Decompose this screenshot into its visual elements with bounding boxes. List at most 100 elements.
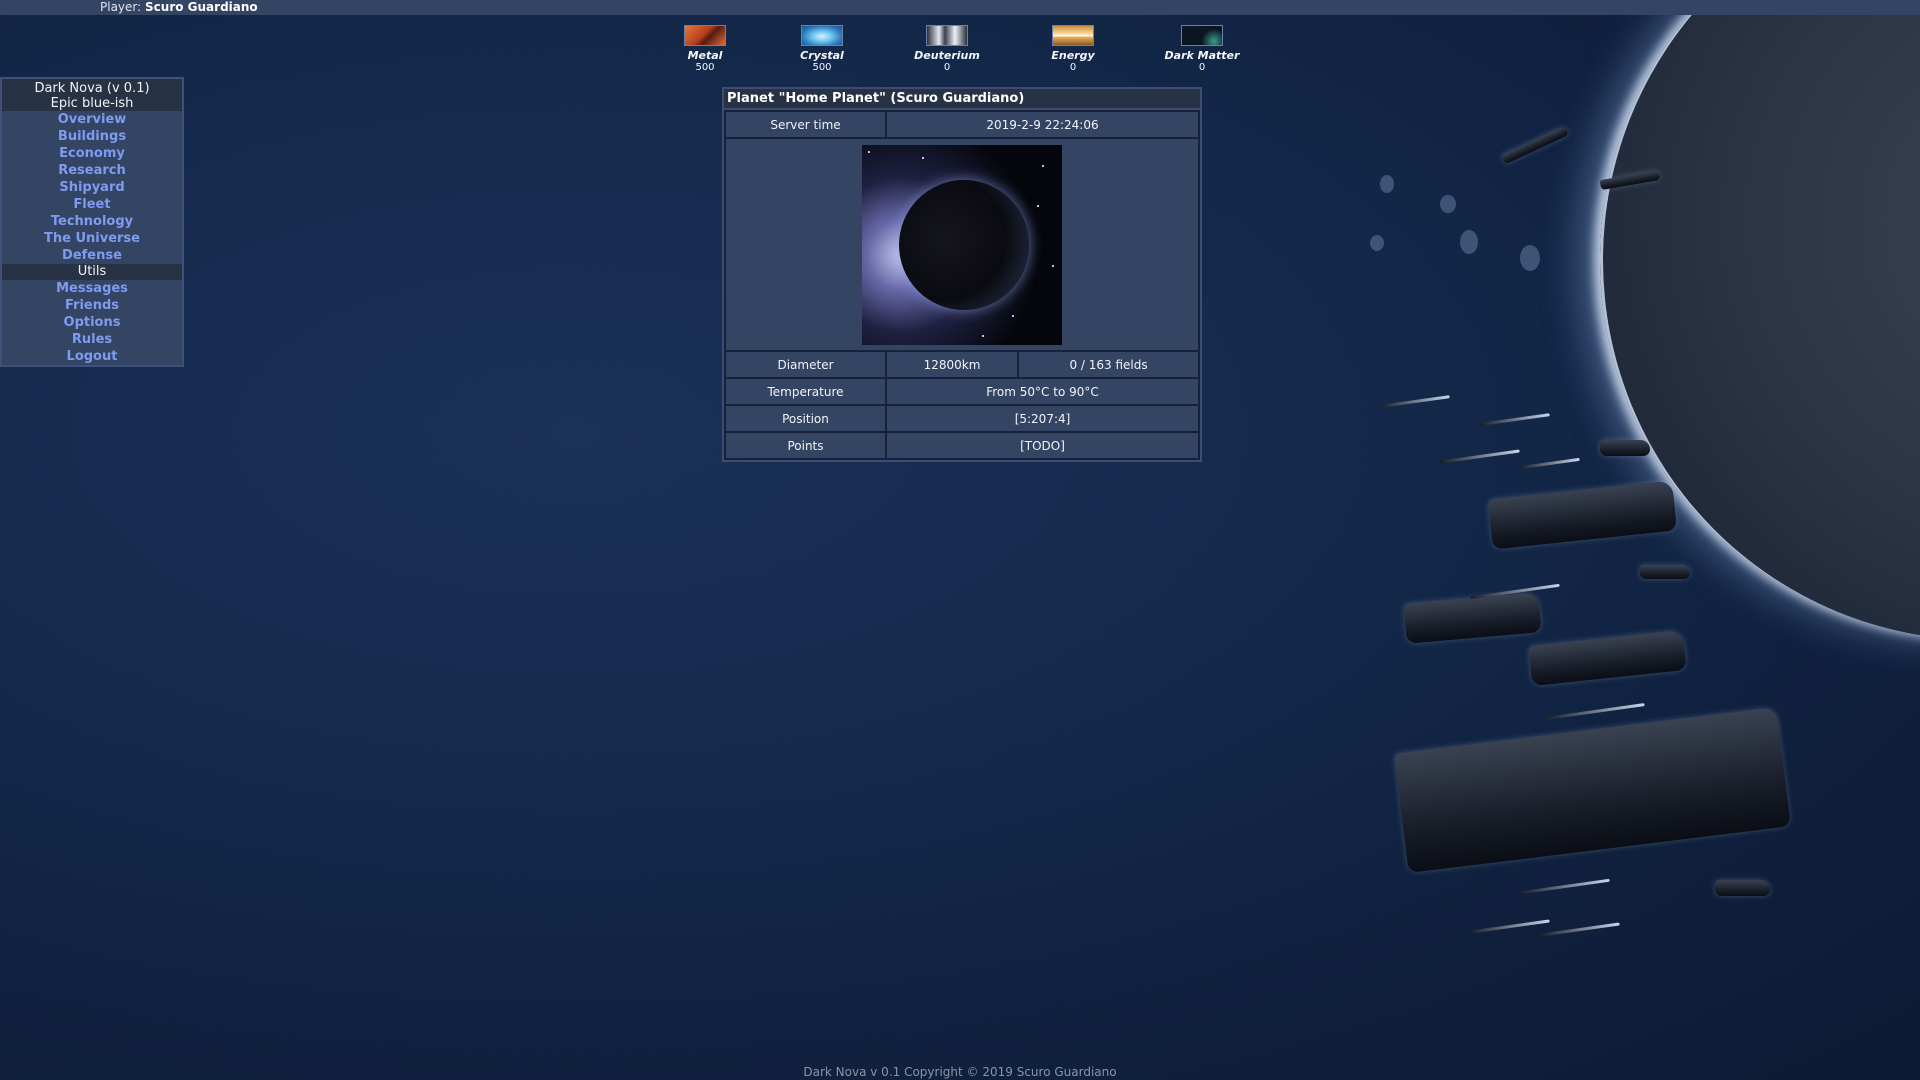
star (922, 156, 924, 159)
menu-item-logout[interactable]: Logout (2, 348, 182, 365)
resource-value: 500 (695, 62, 715, 73)
resource-deuterium: Deuterium 0 (897, 25, 997, 74)
resource-value: 500 (812, 62, 832, 73)
menu-item-options[interactable]: Options (2, 314, 182, 331)
planet-info-table: Server time 2019-2-9 22:24:06 Diameter 1… (724, 110, 1200, 460)
menu-item-research[interactable]: Research (2, 162, 182, 179)
ship (1715, 880, 1770, 896)
planet-image (862, 144, 1062, 345)
planet-overview-panel: Planet "Home Planet" (Scuro Guardiano) S… (722, 87, 1202, 462)
crystal-icon (801, 25, 843, 46)
ship (1640, 565, 1690, 579)
table-row: Diameter 12800km 0 / 163 fields (726, 352, 1198, 377)
star (868, 150, 870, 153)
footer-copyright: Dark Nova v 0.1 Copyright © 2019 Scuro G… (803, 1065, 1117, 1079)
asteroid (1440, 195, 1456, 213)
ship-streak (1380, 395, 1450, 408)
top-bar: Player: Scuro Guardiano (0, 0, 1920, 15)
resource-label: Dark Matter (1164, 49, 1240, 62)
energy-icon (1052, 25, 1094, 46)
ship (1528, 630, 1687, 686)
star (1012, 314, 1014, 317)
resource-energy: Energy 0 (1023, 25, 1123, 74)
resource-value: 0 (1198, 62, 1206, 73)
resource-metal: Metal 500 (655, 25, 755, 74)
table-row: Temperature From 50°C to 90°C (726, 379, 1198, 404)
points-label: Points (726, 433, 885, 458)
table-row (726, 139, 1198, 350)
menu-subtitle: Epic blue-ish (50, 96, 134, 111)
position-value: [5:207:4] (887, 406, 1198, 431)
planet-globe (899, 179, 1029, 310)
table-row: Server time 2019-2-9 22:24:06 (726, 112, 1198, 137)
ship-streak (1480, 413, 1550, 426)
ship-streak (1470, 583, 1560, 600)
diameter-label: Diameter (726, 352, 885, 377)
resource-label: Metal (687, 49, 723, 62)
menu-item-fleet[interactable]: Fleet (2, 196, 182, 213)
resource-label: Crystal (800, 49, 844, 62)
menu-title: Dark Nova (v 0.1) (34, 81, 150, 96)
points-value: [TODO] (887, 433, 1198, 458)
moon-image (1600, 0, 1920, 640)
server-time-label: Server time (726, 112, 885, 137)
menu-item-the-universe[interactable]: The Universe (2, 230, 182, 247)
menu-item-rules[interactable]: Rules (2, 331, 182, 348)
menu-item-overview[interactable]: Overview (2, 111, 182, 128)
deuterium-icon (926, 25, 968, 46)
table-row: Points [TODO] (726, 433, 1198, 458)
menu-header: Dark Nova (v 0.1) Epic blue-ish (2, 79, 182, 111)
star (1037, 204, 1039, 207)
fields-value: 0 / 163 fields (1019, 352, 1198, 377)
menu-item-messages[interactable]: Messages (2, 280, 182, 297)
planet-image-cell (726, 139, 1198, 350)
diameter-value: 12800km (887, 352, 1018, 377)
resource-value: 0 (1069, 62, 1077, 73)
star (1052, 264, 1054, 267)
ship-streak (1440, 449, 1520, 464)
server-time-value: 2019-2-9 22:24:06 (887, 112, 1198, 137)
ship-streak (1545, 703, 1645, 720)
ship (1599, 169, 1661, 191)
asteroid (1370, 235, 1384, 251)
resource-value: 0 (943, 62, 951, 73)
ship (1501, 125, 1569, 165)
asteroid (1460, 230, 1478, 254)
position-label: Position (726, 406, 885, 431)
temperature-value: From 50°C to 90°C (887, 379, 1198, 404)
player-name: Scuro Guardiano (145, 0, 258, 14)
ship-streak (1470, 919, 1550, 934)
resource-crystal: Crystal 500 (772, 25, 872, 74)
menu-item-buildings[interactable]: Buildings (2, 128, 182, 145)
resource-label: Deuterium (914, 49, 980, 62)
temperature-label: Temperature (726, 379, 885, 404)
planet-title: Planet "Home Planet" (Scuro Guardiano) (724, 89, 1200, 108)
menu-section-utils: Utils (2, 264, 182, 280)
metal-icon (684, 25, 726, 46)
star (982, 334, 984, 337)
player-label: Player: (100, 0, 142, 14)
ship (1600, 440, 1650, 456)
resource-bar: Metal 500 Crystal 500 Deuterium 0 Energy… (0, 25, 1920, 75)
menu-item-shipyard[interactable]: Shipyard (2, 179, 182, 196)
menu-item-friends[interactable]: Friends (2, 297, 182, 314)
asteroid (1380, 175, 1394, 193)
ship (1487, 480, 1678, 550)
star (1042, 164, 1044, 167)
ship (1394, 706, 1791, 874)
ship-streak (1520, 878, 1610, 895)
asteroid (1520, 245, 1540, 271)
moon-rim (1600, 0, 1920, 640)
ship (1403, 592, 1542, 644)
ship-streak (1520, 457, 1580, 470)
table-row: Position [5:207:4] (726, 406, 1198, 431)
player-info: Player: Scuro Guardiano (100, 0, 258, 15)
resource-dark-matter: Dark Matter 0 (1152, 25, 1252, 74)
menu-item-defense[interactable]: Defense (2, 247, 182, 264)
resource-label: Energy (1051, 49, 1095, 62)
menu-item-economy[interactable]: Economy (2, 145, 182, 162)
dark-matter-icon (1181, 25, 1223, 46)
menu-item-technology[interactable]: Technology (2, 213, 182, 230)
ship-streak (1540, 922, 1620, 937)
left-menu: Dark Nova (v 0.1) Epic blue-ish Overview… (0, 77, 184, 367)
